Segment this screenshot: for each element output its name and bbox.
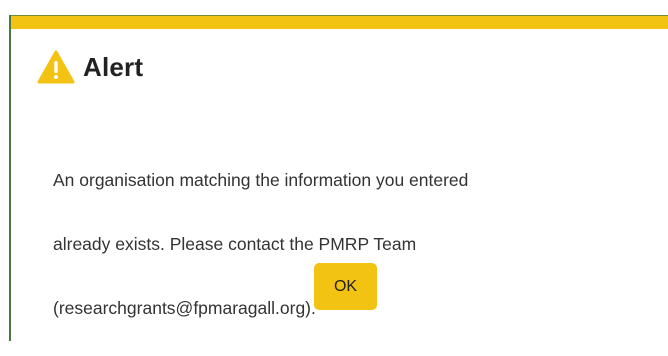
message-line: already exists. Please contact the PMRP … <box>53 234 417 254</box>
dialog-title: Alert <box>83 51 144 82</box>
warning-icon <box>37 50 75 84</box>
dialog-top-bar <box>9 15 668 29</box>
dialog-header: Alert <box>37 47 143 87</box>
message-line: An organisation matching the information… <box>53 170 469 190</box>
alert-screen: Alert An organisation matching the infor… <box>0 0 668 341</box>
dialog-message: An organisation matching the information… <box>53 132 633 356</box>
ok-button[interactable]: OK <box>314 263 377 310</box>
